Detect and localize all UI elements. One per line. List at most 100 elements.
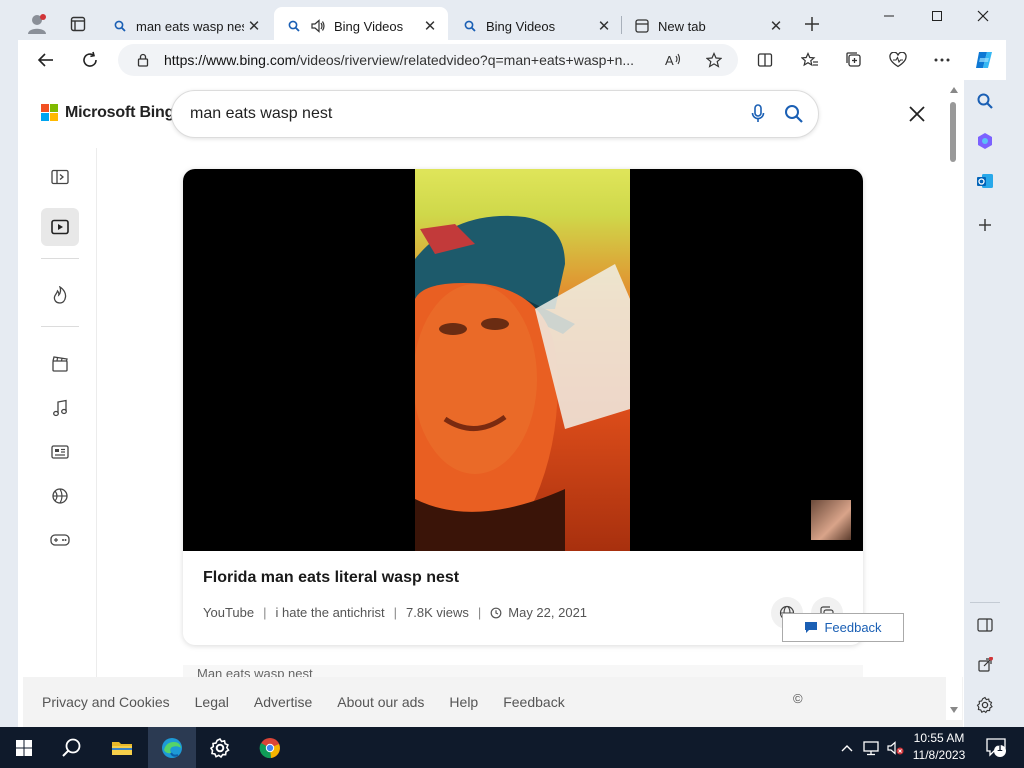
- search-icon: [112, 18, 128, 34]
- expand-rail-button[interactable]: [41, 158, 79, 196]
- copilot-icon: [976, 52, 992, 68]
- tab-label: man eats wasp nest: [136, 18, 244, 34]
- sidebar-open-external[interactable]: [970, 650, 1000, 680]
- volume-muted-icon: [887, 740, 904, 755]
- footer-help-link[interactable]: Help: [449, 694, 478, 710]
- sidebar-add-app[interactable]: [970, 210, 1000, 240]
- taskbar-edge[interactable]: [148, 727, 196, 768]
- close-tab-icon[interactable]: ✕: [244, 16, 264, 36]
- back-button[interactable]: [30, 44, 62, 76]
- page-scrollbar[interactable]: [946, 80, 962, 720]
- taskbar-chrome[interactable]: [246, 727, 294, 768]
- video-meta: YouTube | i hate the antichrist | 7.8K v…: [203, 605, 587, 620]
- footer-advertise-link[interactable]: Advertise: [254, 694, 312, 710]
- notification-icon: [986, 738, 1006, 757]
- lock-icon: [137, 53, 149, 67]
- browser-essentials-button[interactable]: [882, 44, 914, 76]
- action-center-button[interactable]: 1: [984, 735, 1008, 759]
- close-tab-icon[interactable]: ✕: [766, 16, 786, 36]
- scroll-up-icon[interactable]: [949, 86, 959, 94]
- scroll-down-icon[interactable]: [949, 706, 959, 714]
- rail-gaming[interactable]: [41, 521, 79, 559]
- tray-show-hidden[interactable]: [838, 727, 856, 768]
- split-screen-button[interactable]: [749, 44, 781, 76]
- search-box[interactable]: man eats wasp nest: [171, 90, 819, 138]
- chevron-up-icon: [841, 744, 853, 751]
- minimize-button[interactable]: [866, 0, 912, 32]
- address-bar[interactable]: https://www.bing.com/videos/riverview/re…: [118, 44, 738, 76]
- meta-separator: |: [393, 605, 397, 620]
- refresh-button[interactable]: [74, 44, 106, 76]
- close-tab-icon[interactable]: ✕: [420, 16, 440, 36]
- microsoft-logo-icon: [41, 104, 59, 122]
- rail-trending[interactable]: [41, 276, 79, 314]
- sidebar-outlook[interactable]: [970, 166, 1000, 196]
- video-title[interactable]: Florida man eats literal wasp nest: [203, 569, 459, 587]
- rail-videos[interactable]: [41, 208, 79, 246]
- taskbar-clock[interactable]: 10:55 AM 11/8/2023: [904, 730, 974, 766]
- favorites-button[interactable]: [794, 44, 826, 76]
- rail-sports[interactable]: [41, 477, 79, 515]
- tab-actions-icon: [70, 16, 86, 32]
- profile-button[interactable]: [20, 8, 54, 40]
- close-tab-icon[interactable]: ✕: [594, 16, 614, 36]
- footer-legal-link[interactable]: Legal: [195, 694, 229, 710]
- settings-more-button[interactable]: [926, 44, 958, 76]
- rail-news[interactable]: [41, 433, 79, 471]
- screen: man eats wasp nest ✕ Bing Videos ✕ Bing …: [0, 0, 1024, 768]
- search-icon[interactable]: [776, 96, 812, 132]
- left-rail: [23, 148, 97, 678]
- new-tab-icon: [634, 18, 650, 34]
- music-note-icon: [53, 399, 67, 417]
- close-window-button[interactable]: [960, 0, 1006, 32]
- chrome-browser-icon: [259, 737, 280, 758]
- close-icon: [977, 10, 989, 22]
- star-icon: [706, 52, 722, 68]
- collections-button[interactable]: [838, 44, 870, 76]
- tray-network[interactable]: [860, 727, 882, 768]
- tray-volume-muted[interactable]: [884, 727, 906, 768]
- sidebar-hide-button[interactable]: [970, 610, 1000, 640]
- bing-logo[interactable]: Microsoft Bing: [41, 104, 174, 122]
- footer-privacy-link[interactable]: Privacy and Cookies: [42, 694, 170, 710]
- video-channel[interactable]: i hate the antichrist: [275, 605, 384, 620]
- search-input[interactable]: man eats wasp nest: [190, 105, 740, 123]
- footer-about-ads-link[interactable]: About our ads: [337, 694, 424, 710]
- minimize-icon: [884, 15, 894, 17]
- url-path: /videos/riverview/relatedvideo?q=man+eat…: [296, 52, 635, 68]
- brand-name: Microsoft Bing: [65, 104, 175, 121]
- external-link-icon: [978, 657, 993, 672]
- close-video-viewer-button[interactable]: [903, 100, 931, 128]
- add-favorite-button[interactable]: [698, 44, 730, 76]
- new-tab-button[interactable]: [798, 10, 826, 38]
- footer-feedback-link[interactable]: Feedback: [503, 694, 564, 710]
- flame-icon: [53, 286, 67, 304]
- sidebar-panel-icon: [977, 618, 993, 632]
- scrollbar-thumb[interactable]: [950, 102, 956, 162]
- video-card: Florida man eats literal wasp nest YouTu…: [183, 169, 863, 645]
- search-icon: [462, 18, 478, 34]
- page-footer: Privacy and Cookies Legal Advertise Abou…: [23, 677, 963, 727]
- taskbar-search-button[interactable]: [48, 727, 96, 768]
- rail-movies[interactable]: [41, 345, 79, 383]
- sidebar-copilot-tools[interactable]: [970, 126, 1000, 156]
- clock-icon: [490, 607, 502, 619]
- tab-actions-button[interactable]: [62, 8, 94, 40]
- video-player[interactable]: [183, 169, 863, 551]
- close-icon: [909, 106, 925, 122]
- sidebar-search[interactable]: [970, 86, 1000, 116]
- copilot-button[interactable]: [968, 44, 1000, 76]
- read-aloud-button[interactable]: A: [658, 44, 690, 76]
- sidebar-settings[interactable]: [970, 690, 1000, 720]
- audio-playing-icon[interactable]: [310, 18, 326, 34]
- feedback-button[interactable]: Feedback: [782, 613, 904, 642]
- folder-icon: [112, 741, 132, 755]
- start-button[interactable]: [0, 727, 48, 768]
- taskbar-settings[interactable]: [196, 727, 244, 768]
- taskbar-file-explorer[interactable]: [98, 727, 146, 768]
- video-source[interactable]: YouTube: [203, 605, 254, 620]
- voice-search-icon[interactable]: [740, 96, 776, 132]
- maximize-button[interactable]: [914, 0, 960, 32]
- plus-icon: [979, 219, 991, 231]
- rail-music[interactable]: [41, 389, 79, 427]
